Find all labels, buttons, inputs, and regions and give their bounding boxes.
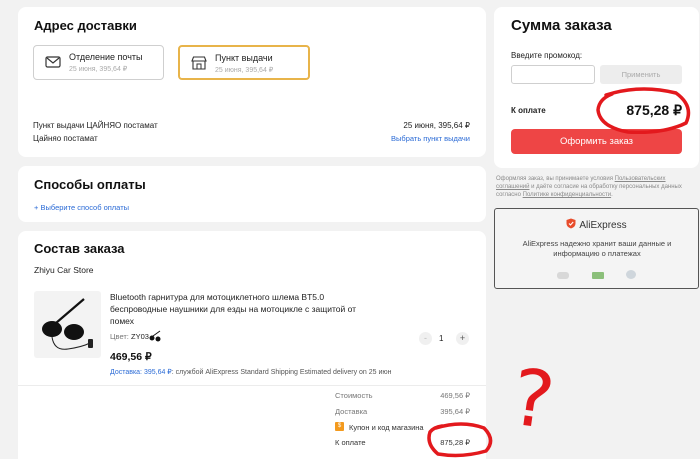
annotation-layer bbox=[427, 87, 691, 458]
annotation-circle bbox=[596, 87, 691, 135]
annotation-circle bbox=[427, 422, 493, 458]
